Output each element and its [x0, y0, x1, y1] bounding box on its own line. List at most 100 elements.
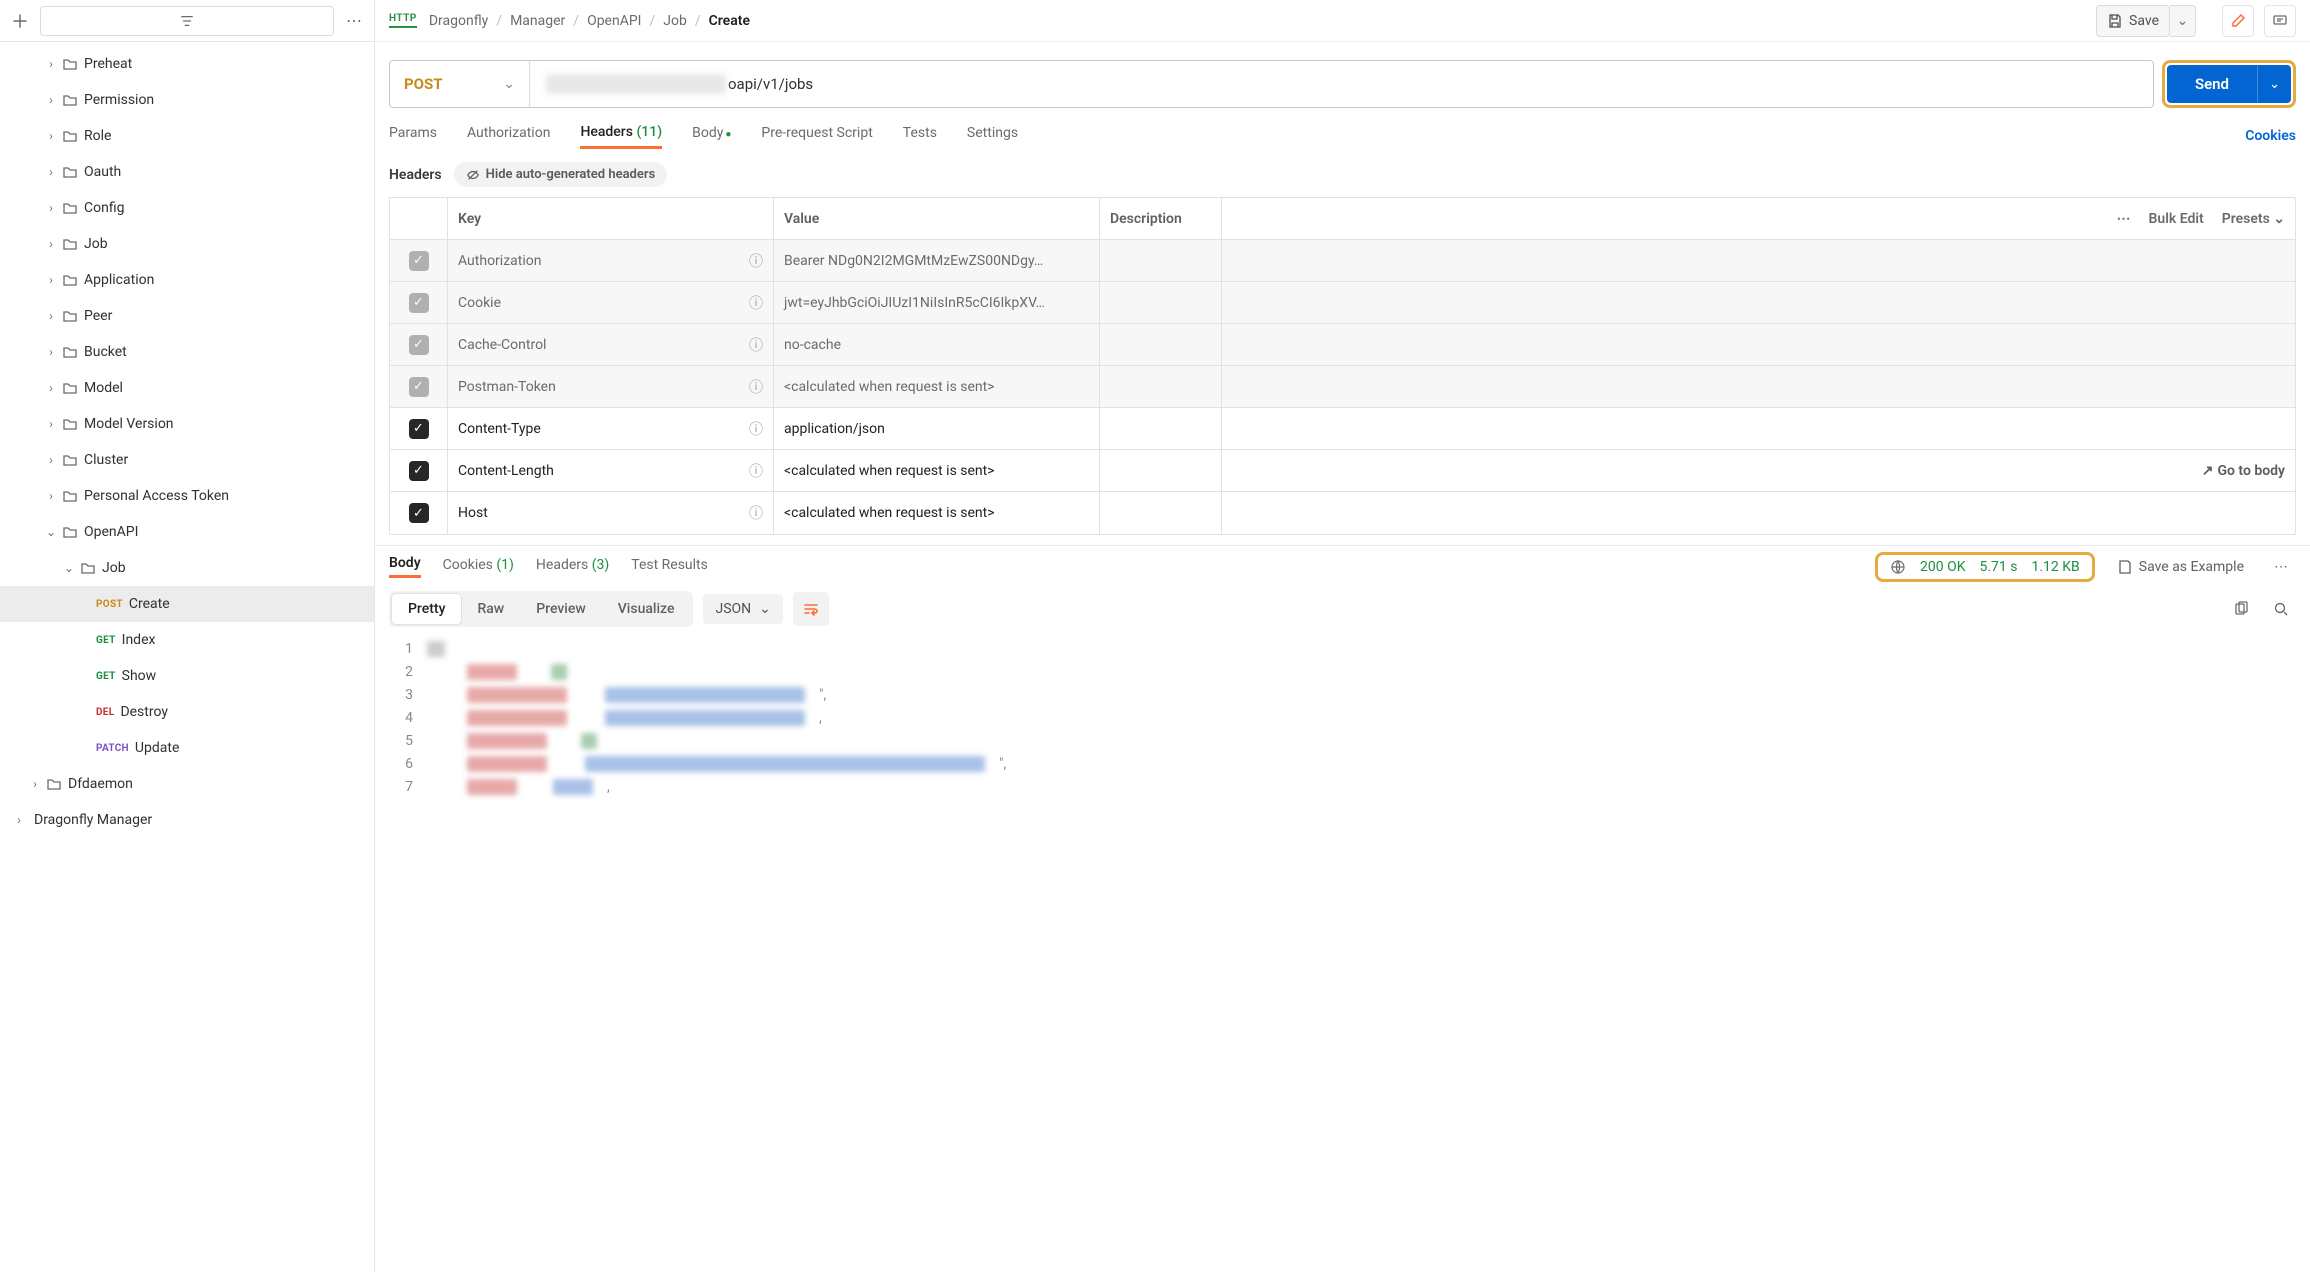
info-icon[interactable]: ⓘ [749, 335, 763, 355]
tree-label: Config [84, 200, 124, 216]
chevron-down-icon: ⌄ [503, 76, 515, 92]
info-icon[interactable]: ⓘ [749, 377, 763, 397]
chip-pretty[interactable]: Pretty [392, 594, 461, 624]
header-row[interactable]: ✓ Authorizationⓘ Bearer NDg0N2I2MGMtMzEw… [390, 240, 2295, 282]
tree-folder[interactable]: ›Job [0, 226, 374, 262]
save-as-example-button[interactable]: Save as Example [2117, 559, 2244, 575]
checkbox-icon[interactable]: ✓ [409, 293, 429, 313]
header-row[interactable]: ✓ Content-Lengthⓘ <calculated when reque… [390, 450, 2295, 492]
tree-folder[interactable]: ›Role [0, 118, 374, 154]
info-icon[interactable]: ⓘ [749, 293, 763, 313]
info-icon[interactable]: ⓘ [749, 419, 763, 439]
header-row[interactable]: ✓ Hostⓘ <calculated when request is sent… [390, 492, 2295, 534]
checkbox-icon[interactable]: ✓ [409, 335, 429, 355]
save-icon [2117, 559, 2133, 575]
tab-prerequest[interactable]: Pre-request Script [761, 125, 872, 147]
col-description: Description [1100, 198, 1222, 239]
tree-folder[interactable]: ›Preheat [0, 46, 374, 82]
tab-tests[interactable]: Tests [903, 125, 937, 147]
header-row[interactable]: ✓ Cookieⓘ jwt=eyJhbGciOiJIUzI1NiIsInR5cC… [390, 282, 2295, 324]
goto-body-link[interactable]: ↗ Go to body [2202, 463, 2285, 479]
headers-bar: Headers Hide auto-generated headers [375, 158, 2310, 197]
resp-tab-headers[interactable]: Headers (3) [536, 557, 609, 577]
breadcrumb-current: Create [709, 13, 750, 29]
search-button[interactable] [2266, 594, 2296, 624]
format-select[interactable]: JSON ⌄ [703, 594, 782, 624]
tree-folder-job[interactable]: ⌄Job [0, 550, 374, 586]
breadcrumb-item[interactable]: OpenAPI [587, 13, 641, 29]
tree-request[interactable]: PATCHUpdate [0, 730, 374, 766]
response-body[interactable]: 1 2 3", 4, 5 6", 7, [375, 631, 2310, 812]
tab-params[interactable]: Params [389, 125, 437, 147]
tree-folder[interactable]: ›Oauth [0, 154, 374, 190]
bulk-edit-button[interactable]: Bulk Edit [2149, 211, 2204, 227]
send-button[interactable]: Send [2167, 65, 2257, 103]
tab-settings[interactable]: Settings [967, 125, 1018, 147]
resp-tab-cookies[interactable]: Cookies (1) [443, 557, 514, 577]
tree-folder[interactable]: ›Config [0, 190, 374, 226]
hide-autogenerated-button[interactable]: Hide auto-generated headers [454, 162, 668, 187]
edit-button[interactable] [2222, 5, 2254, 37]
info-icon[interactable]: ⓘ [749, 251, 763, 271]
header-row[interactable]: ✓ Cache-Controlⓘ no-cache [390, 324, 2295, 366]
save-dropdown[interactable]: ⌄ [2170, 5, 2196, 37]
tab-body[interactable]: Body● [692, 125, 731, 147]
tab-headers[interactable]: Headers (11) [580, 124, 662, 149]
tree-folder[interactable]: ›Peer [0, 298, 374, 334]
tree-folder[interactable]: ›Application [0, 262, 374, 298]
top-actions: Save ⌄ [2096, 5, 2296, 37]
checkbox-icon[interactable]: ✓ [409, 503, 429, 523]
method-select[interactable]: POST ⌄ [390, 61, 530, 107]
checkbox-icon[interactable]: ✓ [409, 461, 429, 481]
tree-label: OpenAPI [84, 524, 138, 540]
filter-input[interactable] [40, 6, 334, 36]
method-badge: GET [96, 671, 116, 682]
tree-label: Job [84, 236, 108, 252]
tree-folder[interactable]: ›Permission [0, 82, 374, 118]
checkbox-icon[interactable]: ✓ [409, 419, 429, 439]
tree-request-create[interactable]: POSTCreate [0, 586, 374, 622]
tree-folder-openapi[interactable]: ⌄OpenAPI [0, 514, 374, 550]
tree-request[interactable]: GETIndex [0, 622, 374, 658]
resp-tab-test-results[interactable]: Test Results [631, 557, 708, 577]
tree-folder[interactable]: ›Personal Access Token [0, 478, 374, 514]
request-tabs: Params Authorization Headers (11) Body● … [375, 114, 2310, 158]
send-dropdown[interactable]: ⌄ [2257, 65, 2291, 103]
checkbox-icon[interactable]: ✓ [409, 251, 429, 271]
method-badge: GET [96, 635, 116, 646]
header-row[interactable]: ✓ Content-Typeⓘ application/json [390, 408, 2295, 450]
breadcrumb-item[interactable]: Dragonfly [429, 13, 488, 29]
wrap-lines-button[interactable] [793, 592, 829, 626]
checkbox-icon[interactable]: ✓ [409, 377, 429, 397]
tree-label: Personal Access Token [84, 488, 229, 504]
tree-folder[interactable]: ›Cluster [0, 442, 374, 478]
info-icon[interactable]: ⓘ [749, 461, 763, 481]
new-button[interactable] [6, 7, 34, 35]
chip-preview[interactable]: Preview [520, 594, 602, 624]
more-icon[interactable]: ⋯ [2117, 211, 2131, 227]
chip-visualize[interactable]: Visualize [602, 594, 691, 624]
save-button[interactable]: Save [2096, 5, 2170, 37]
tab-authorization[interactable]: Authorization [467, 125, 550, 147]
resp-tab-body[interactable]: Body [389, 555, 421, 578]
presets-button[interactable]: Presets ⌄ [2222, 211, 2285, 227]
copy-button[interactable] [2226, 594, 2256, 624]
tree-folder[interactable]: ›Bucket [0, 334, 374, 370]
comment-button[interactable] [2264, 5, 2296, 37]
cookies-link[interactable]: Cookies [2245, 128, 2296, 144]
tree-request[interactable]: DELDestroy [0, 694, 374, 730]
tree-folder[interactable]: ›Model [0, 370, 374, 406]
breadcrumb-item[interactable]: Job [663, 13, 687, 29]
header-row[interactable]: ✓ Postman-Tokenⓘ <calculated when reques… [390, 366, 2295, 408]
tree-folder[interactable]: ›Model Version [0, 406, 374, 442]
info-icon[interactable]: ⓘ [749, 503, 763, 523]
tree-folder[interactable]: ›Dfdaemon [0, 766, 374, 802]
col-key: Key [448, 198, 774, 239]
tree-request[interactable]: GETShow [0, 658, 374, 694]
url-input[interactable]: oapi/v1/jobs [530, 61, 2153, 107]
sidebar-more-button[interactable]: ⋯ [340, 7, 368, 35]
response-more-button[interactable]: ⋯ [2266, 552, 2296, 582]
chip-raw[interactable]: Raw [461, 594, 520, 624]
breadcrumb-item[interactable]: Manager [510, 13, 565, 29]
tree-collection[interactable]: ›Dragonfly Manager [0, 802, 374, 838]
